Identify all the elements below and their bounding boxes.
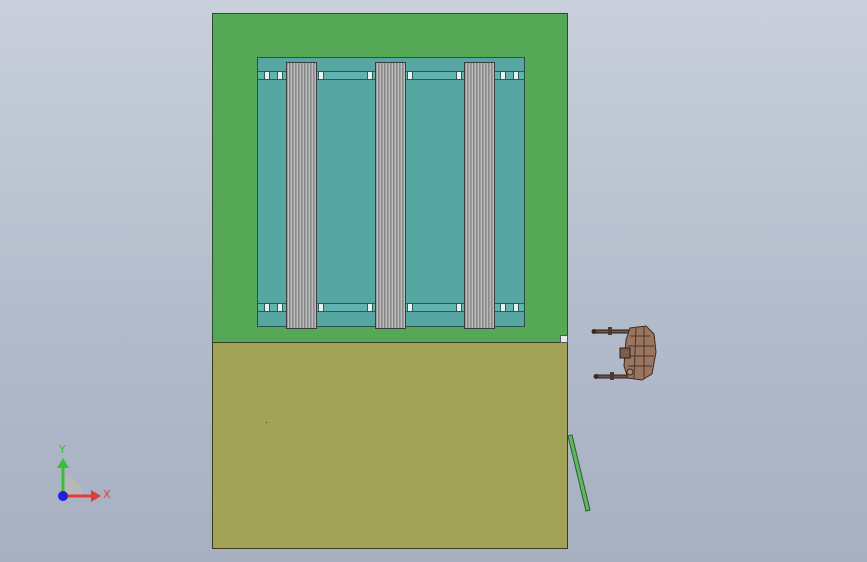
corner-fixture[interactable] — [560, 335, 568, 343]
x-axis-label: X — [103, 488, 111, 501]
rail-bracket — [277, 303, 283, 312]
rail-bracket — [318, 303, 324, 312]
coordinate-triad — [57, 458, 101, 502]
rail-bracket — [277, 71, 283, 80]
rail-bracket — [513, 71, 519, 80]
y-axis-label: Y — [59, 443, 66, 456]
z-axis-origin-icon — [58, 491, 68, 501]
grey-beam-3[interactable] — [464, 62, 495, 329]
x-axis-arrow-icon — [91, 490, 101, 502]
y-axis-arrow-icon — [57, 458, 69, 468]
rail-bracket — [264, 303, 270, 312]
rail-bracket — [318, 71, 324, 80]
grey-beam-2[interactable] — [375, 62, 406, 329]
rail-bracket — [500, 303, 506, 312]
rail-bracket — [367, 303, 373, 312]
robot-cart-model[interactable] — [590, 322, 660, 384]
green-rod[interactable] — [566, 434, 592, 514]
rail-bracket — [407, 303, 413, 312]
rail-bracket — [456, 303, 462, 312]
rail-bracket — [407, 71, 413, 80]
lower-olive-platform[interactable] — [212, 342, 568, 549]
rail-bracket — [456, 71, 462, 80]
rail-bracket — [500, 71, 506, 80]
point-marker — [266, 422, 267, 423]
cad-viewport[interactable]: Y X — [0, 0, 867, 562]
rail-bracket — [367, 71, 373, 80]
grey-beam-1[interactable] — [286, 62, 317, 329]
rail-bracket — [264, 71, 270, 80]
rail-bracket — [513, 303, 519, 312]
